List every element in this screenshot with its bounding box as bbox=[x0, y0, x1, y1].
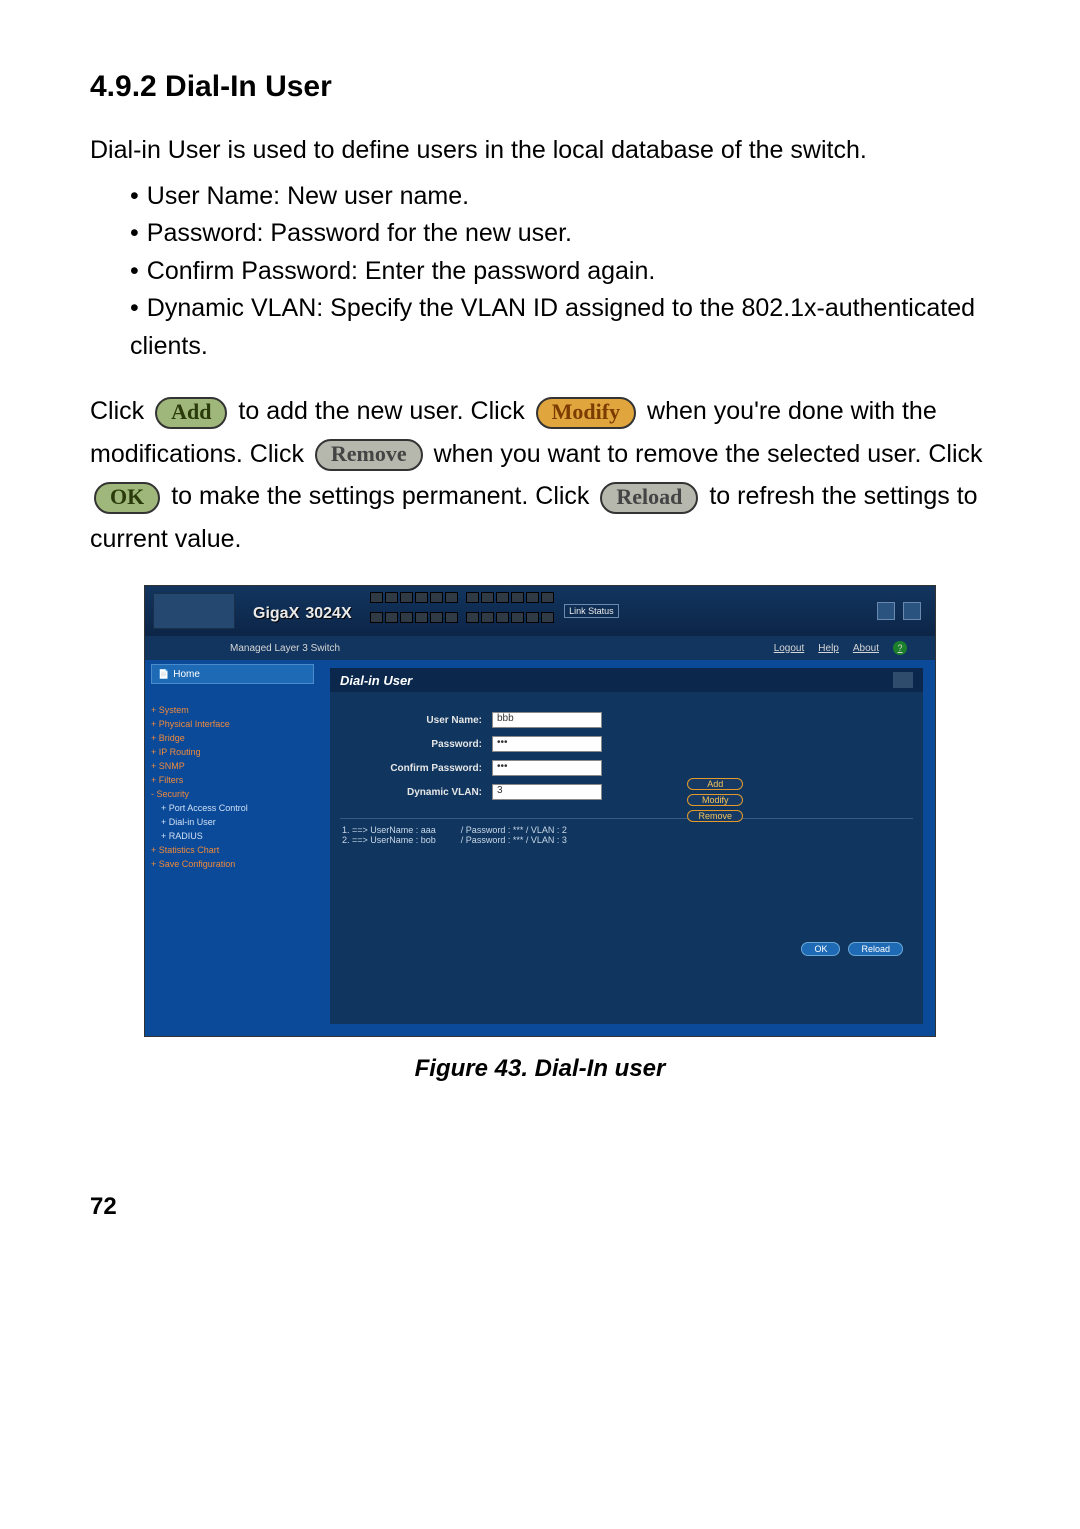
nav-sub-item[interactable]: + Dial-in User bbox=[161, 816, 316, 830]
panel-footer-buttons: OK Reload bbox=[801, 942, 903, 956]
user-list: 1. ==> UserName : aaa / Password : *** /… bbox=[340, 818, 913, 847]
page-number: 72 bbox=[90, 1193, 990, 1221]
password-label: Password: bbox=[352, 739, 482, 750]
top-bar: GigaX 3024X Link Status bbox=[145, 586, 935, 636]
model-line: Managed Layer 3 Switch bbox=[230, 643, 340, 654]
panel-modify-button[interactable]: Modify bbox=[687, 794, 743, 806]
about-link[interactable]: About bbox=[853, 643, 879, 654]
user-row[interactable]: 2. ==> UserName : bob / Password : *** /… bbox=[342, 835, 612, 845]
remove-button[interactable]: Remove bbox=[315, 439, 423, 471]
ok-button[interactable]: OK bbox=[94, 482, 160, 514]
device-thumbnail bbox=[153, 593, 235, 629]
flow-text: to add the new user. Click bbox=[238, 397, 531, 425]
confirm-password-input[interactable]: ••• bbox=[492, 760, 602, 776]
panel-title-bar: Dial-in User bbox=[330, 668, 923, 692]
flow-paragraph: Click Add to add the new user. Click Mod… bbox=[90, 390, 990, 560]
bullet-list: User Name: New user name. Password: Pass… bbox=[130, 178, 990, 366]
nav-item[interactable]: + Physical Interface bbox=[151, 718, 316, 732]
nav-item[interactable]: + Save Configuration bbox=[151, 858, 316, 872]
intro-text: Dial-in User is used to define users in … bbox=[90, 134, 990, 168]
brand-text: GigaX bbox=[253, 605, 299, 622]
nav-item[interactable]: + System bbox=[151, 704, 316, 718]
home-button[interactable]: Home bbox=[151, 664, 314, 684]
panel-ok-button[interactable]: OK bbox=[801, 942, 840, 956]
nav-tree: + System + Physical Interface + Bridge +… bbox=[151, 704, 316, 871]
nav-item[interactable]: + IP Routing bbox=[151, 746, 316, 760]
link-status-label: Link Status bbox=[564, 604, 619, 618]
username-label: User Name: bbox=[352, 715, 482, 726]
bullet-item: Password: Password for the new user. bbox=[130, 215, 990, 253]
modify-button[interactable]: Modify bbox=[536, 397, 636, 429]
reload-button[interactable]: Reload bbox=[600, 482, 698, 514]
flow-text: to make the settings permanent. Click bbox=[171, 482, 596, 510]
brand-logo: GigaX 3024X bbox=[253, 598, 352, 624]
help-icon[interactable]: ? bbox=[893, 641, 907, 655]
brand-model: 3024X bbox=[305, 605, 351, 622]
bullet-item: User Name: New user name. bbox=[130, 178, 990, 216]
screenshot-figure: GigaX 3024X Link Status Managed Layer 3 … bbox=[144, 585, 936, 1037]
dial-in-form: User Name: bbb Password: ••• Confirm Pas… bbox=[330, 692, 923, 816]
nav-item[interactable]: - Security bbox=[151, 788, 316, 802]
add-button[interactable]: Add bbox=[155, 397, 227, 429]
help-link[interactable]: Help bbox=[818, 643, 839, 654]
panel-remove-button[interactable]: Remove bbox=[687, 810, 743, 822]
confirm-password-label: Confirm Password: bbox=[352, 763, 482, 774]
dynamic-vlan-label: Dynamic VLAN: bbox=[352, 787, 482, 798]
user-row[interactable]: 1. ==> UserName : aaa / Password : *** /… bbox=[342, 825, 612, 835]
toolbar-icon[interactable] bbox=[877, 602, 895, 620]
port-status-grid bbox=[370, 592, 554, 630]
section-heading: 4.9.2 Dial-In User bbox=[90, 70, 990, 104]
username-input[interactable]: bbb bbox=[492, 712, 602, 728]
nav-sub-item[interactable]: + Port Access Control bbox=[161, 802, 316, 816]
nav-sub-item[interactable]: + RADIUS bbox=[161, 830, 316, 844]
nav-item[interactable]: + SNMP bbox=[151, 760, 316, 774]
bullet-item: Dynamic VLAN: Specify the VLAN ID assign… bbox=[130, 290, 990, 365]
panel-add-button[interactable]: Add bbox=[687, 778, 743, 790]
panel-title-icon bbox=[893, 672, 913, 688]
nav-item[interactable]: + Bridge bbox=[151, 732, 316, 746]
top-links: Logout Help About ? bbox=[774, 641, 907, 655]
password-input[interactable]: ••• bbox=[492, 736, 602, 752]
bullet-item: Confirm Password: Enter the password aga… bbox=[130, 253, 990, 291]
toolbar-icon[interactable] bbox=[903, 602, 921, 620]
nav-item[interactable]: + Statistics Chart bbox=[151, 844, 316, 858]
logout-link[interactable]: Logout bbox=[774, 643, 805, 654]
flow-text: when you want to remove the selected use… bbox=[434, 440, 983, 468]
dynamic-vlan-input[interactable]: 3 bbox=[492, 784, 602, 800]
sub-bar: Managed Layer 3 Switch Logout Help About… bbox=[145, 636, 935, 660]
panel-title: Dial-in User bbox=[340, 673, 412, 688]
content-panel: Dial-in User User Name: bbb Password: ••… bbox=[330, 668, 923, 1024]
flow-text: Click bbox=[90, 397, 151, 425]
figure-caption: Figure 43. Dial-In user bbox=[90, 1055, 990, 1083]
nav-item[interactable]: + Filters bbox=[151, 774, 316, 788]
action-button-column: Add Modify Remove bbox=[687, 778, 743, 822]
panel-reload-button[interactable]: Reload bbox=[848, 942, 903, 956]
